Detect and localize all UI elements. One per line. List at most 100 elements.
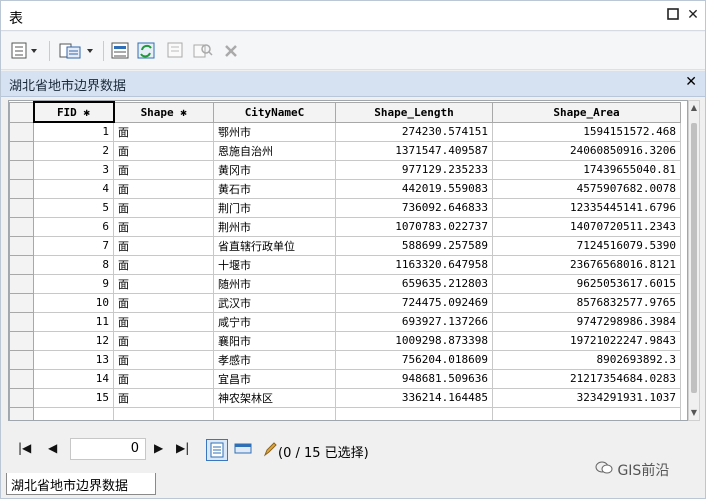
- cell-fid[interactable]: 8: [33, 254, 114, 275]
- table-row[interactable]: 1 面鄂州市 274230.574151 1594151572.468: [9, 121, 681, 142]
- cell-shape[interactable]: 面: [113, 330, 214, 351]
- table-row[interactable]: 5 面荆门市 736092.646833 12335445141.6796: [9, 197, 681, 218]
- first-record-icon[interactable]: |◀: [18, 441, 31, 455]
- table-row[interactable]: 12 面襄阳市 1009298.873398 19721022247.9843: [9, 330, 681, 351]
- cell-fid[interactable]: 9: [33, 273, 114, 294]
- cell-shape-area[interactable]: 1594151572.468: [492, 121, 681, 142]
- scroll-down-icon[interactable]: ▼: [690, 408, 698, 418]
- cell-fid[interactable]: 1: [33, 121, 114, 142]
- cell-cityname[interactable]: 孝感市: [213, 349, 336, 370]
- row-selector-header[interactable]: [9, 101, 34, 123]
- cell-shape[interactable]: 面: [113, 311, 214, 332]
- cell-shape-length[interactable]: 659635.212803: [335, 273, 493, 294]
- cell-cityname[interactable]: 荆门市: [213, 197, 336, 218]
- cell-shape[interactable]: 面: [113, 273, 214, 294]
- cell-fid[interactable]: 5: [33, 197, 114, 218]
- cell-shape-area[interactable]: 23676568016.8121: [492, 254, 681, 275]
- related-tables-button[interactable]: [59, 41, 97, 61]
- row-selector[interactable]: [9, 368, 34, 389]
- cell-fid[interactable]: 6: [33, 216, 114, 237]
- table-row[interactable]: 3 面黄冈市 977129.235233 17439655040.81: [9, 159, 681, 180]
- table-row[interactable]: 15 面神农架林区 336214.164485 3234291931.1037: [9, 387, 681, 408]
- cell-shape-length[interactable]: 693927.137266: [335, 311, 493, 332]
- cell-shape-length[interactable]: 756204.018609: [335, 349, 493, 370]
- table-row[interactable]: 9 面随州市 659635.212803 9625053617.6015: [9, 273, 681, 294]
- row-selector[interactable]: [9, 387, 34, 408]
- table-options-button[interactable]: [11, 41, 41, 61]
- cell-cityname[interactable]: 武汉市: [213, 292, 336, 313]
- cell-shape[interactable]: 面: [113, 178, 214, 199]
- cell-shape-area[interactable]: 9747298986.3984: [492, 311, 681, 332]
- cell-shape[interactable]: 面: [113, 292, 214, 313]
- cell-fid[interactable]: 12: [33, 330, 114, 351]
- table-row[interactable]: 8 面十堰市 1163320.647958 23676568016.8121: [9, 254, 681, 275]
- cell-shape-length[interactable]: 588699.257589: [335, 235, 493, 256]
- cell-fid[interactable]: 10: [33, 292, 114, 313]
- row-selector[interactable]: [9, 273, 34, 294]
- row-selector[interactable]: [9, 140, 34, 161]
- cell-cityname[interactable]: 黄石市: [213, 178, 336, 199]
- cell-fid[interactable]: 2: [33, 140, 114, 161]
- row-selector[interactable]: [9, 254, 34, 275]
- table-row[interactable]: 7 面省直辖行政单位 588699.257589 7124516079.5390: [9, 235, 681, 256]
- cell-fid[interactable]: 15: [33, 387, 114, 408]
- table-row[interactable]: 6 面荆州市 1070783.022737 14070720511.2343: [9, 216, 681, 237]
- cell-shape-area[interactable]: 12335445141.6796: [492, 197, 681, 218]
- cell-shape-length[interactable]: 724475.092469: [335, 292, 493, 313]
- cell-shape-length[interactable]: 1009298.873398: [335, 330, 493, 351]
- bottom-layer-tab[interactable]: 湖北省地市边界数据: [6, 473, 156, 495]
- cell-shape-length[interactable]: 948681.509636: [335, 368, 493, 389]
- row-selector[interactable]: [9, 159, 34, 180]
- cell-shape-length[interactable]: 1371547.409587: [335, 140, 493, 161]
- cell-cityname[interactable]: 黄冈市: [213, 159, 336, 180]
- next-record-icon[interactable]: ▶: [154, 441, 163, 455]
- cell-shape-area[interactable]: 8902693892.3: [492, 349, 681, 370]
- cell-shape-area[interactable]: 8576832577.9765: [492, 292, 681, 313]
- maximize-icon[interactable]: [665, 7, 681, 23]
- cell-cityname[interactable]: 神农架林区: [213, 387, 336, 408]
- cell-shape[interactable]: 面: [113, 254, 214, 275]
- table-row[interactable]: 2 面恩施自治州 1371547.409587 24060850916.3206: [9, 140, 681, 161]
- cell-cityname[interactable]: 十堰市: [213, 254, 336, 275]
- cell-shape[interactable]: 面: [113, 368, 214, 389]
- cell-cityname[interactable]: 省直辖行政单位: [213, 235, 336, 256]
- column-header-fid[interactable]: FID ✱: [32, 101, 115, 123]
- column-header-shape-length[interactable]: Shape_Length: [335, 101, 493, 123]
- cell-cityname[interactable]: 咸宁市: [213, 311, 336, 332]
- cell-shape-length[interactable]: 977129.235233: [335, 159, 493, 180]
- last-record-icon[interactable]: ▶|: [176, 441, 189, 455]
- cell-fid[interactable]: 14: [33, 368, 114, 389]
- cell-shape-area[interactable]: 3234291931.1037: [492, 387, 681, 408]
- delete-selected-button[interactable]: [223, 41, 239, 61]
- cell-cityname[interactable]: 宜昌市: [213, 368, 336, 389]
- cell-shape-area[interactable]: 7124516079.5390: [492, 235, 681, 256]
- switch-selection-button[interactable]: [137, 41, 159, 61]
- cell-fid[interactable]: 4: [33, 178, 114, 199]
- cell-shape[interactable]: 面: [113, 140, 214, 161]
- row-selector[interactable]: [9, 121, 34, 142]
- cell-cityname[interactable]: 恩施自治州: [213, 140, 336, 161]
- show-selected-records-button[interactable]: [233, 439, 255, 461]
- column-header-cityname[interactable]: CityNameC: [213, 101, 336, 123]
- row-selector[interactable]: [9, 330, 34, 351]
- cell-cityname[interactable]: 鄂州市: [213, 121, 336, 142]
- cell-shape-length[interactable]: 336214.164485: [335, 387, 493, 408]
- clear-selection-button[interactable]: [167, 41, 185, 61]
- column-header-shape-area[interactable]: Shape_Area: [492, 101, 681, 123]
- zoom-to-selected-button[interactable]: [193, 41, 213, 61]
- table-row[interactable]: 4 面黄石市 442019.559083 4575907682.0078: [9, 178, 681, 199]
- cell-shape-area[interactable]: 14070720511.2343: [492, 216, 681, 237]
- table-row[interactable]: 11 面咸宁市 693927.137266 9747298986.3984: [9, 311, 681, 332]
- tab-close-icon[interactable]: ✕: [685, 74, 697, 90]
- cell-cityname[interactable]: 襄阳市: [213, 330, 336, 351]
- scroll-up-icon[interactable]: ▲: [690, 103, 698, 113]
- cell-shape-length[interactable]: 736092.646833: [335, 197, 493, 218]
- vertical-scrollbar[interactable]: ▲ ▼: [688, 100, 700, 421]
- cell-cityname[interactable]: 荆州市: [213, 216, 336, 237]
- cell-shape[interactable]: 面: [113, 349, 214, 370]
- cell-shape[interactable]: 面: [113, 216, 214, 237]
- row-selector[interactable]: [9, 349, 34, 370]
- record-number-input[interactable]: 0: [70, 438, 146, 460]
- cell-shape-area[interactable]: 4575907682.0078: [492, 178, 681, 199]
- cell-shape[interactable]: 面: [113, 235, 214, 256]
